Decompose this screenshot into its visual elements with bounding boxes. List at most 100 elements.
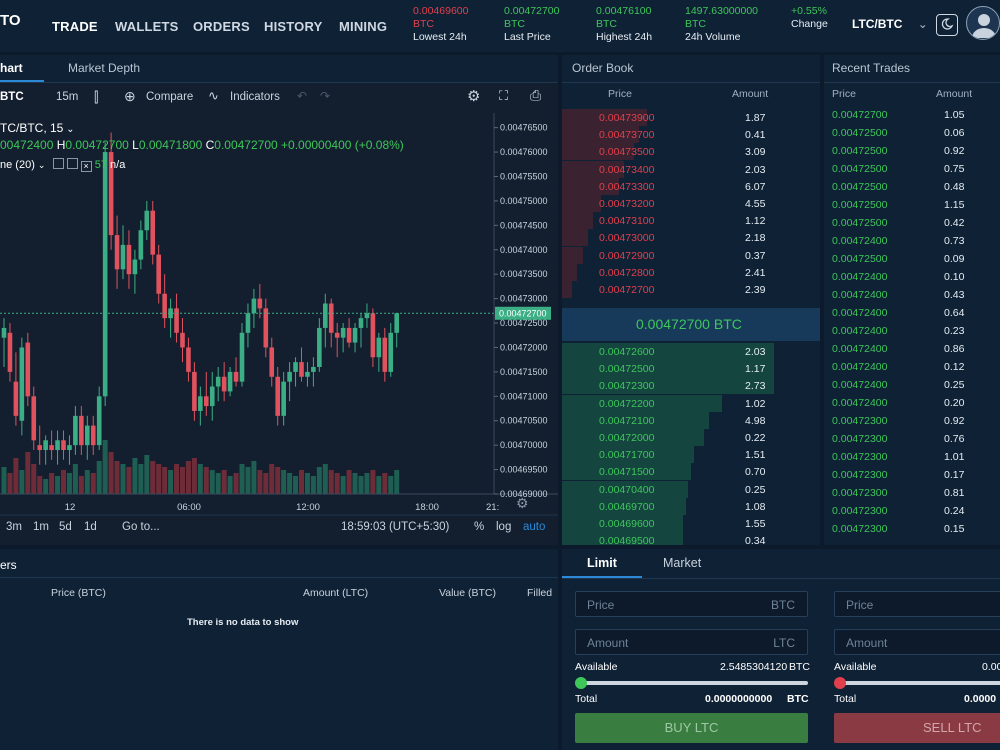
bid-row[interactable]: 0.00472000 0.22 <box>562 429 817 446</box>
close-icon[interactable]: × <box>80 161 92 172</box>
avatar[interactable] <box>966 6 1000 40</box>
bid-row[interactable]: 0.00472200 1.02 <box>562 394 817 412</box>
candle-body <box>275 376 280 416</box>
bid-row[interactable]: 0.00472600 2.03 <box>562 343 817 360</box>
nav-trade[interactable]: TRADE <box>52 19 98 34</box>
candle-body <box>233 371 239 382</box>
volume-bar <box>352 473 358 494</box>
log-scale-toggle[interactable]: log <box>496 521 511 533</box>
ask-row[interactable]: 0.00472700 2.39 <box>562 281 817 298</box>
nav-wallets[interactable]: WALLETS <box>115 19 179 34</box>
trade-price: 0.00472400 <box>832 271 888 283</box>
bid-row[interactable]: 0.00469700 1.08 <box>562 497 817 515</box>
bid-amount: 2.73 <box>745 380 766 393</box>
volume-bar <box>144 455 150 494</box>
price-chart[interactable]: 0.00476500 0.00476000 0.00475500 0.00475000… <box>0 113 558 545</box>
fullscreen-icon[interactable]: ⛶ <box>499 88 508 104</box>
ask-row[interactable]: 0.00473100 1.12 <box>562 212 817 230</box>
tab-market[interactable]: Market <box>663 556 701 570</box>
chevron-down-icon[interactable]: ⌄ <box>63 124 74 135</box>
candle-body <box>25 342 31 397</box>
nav-mining[interactable]: MINING <box>339 19 387 34</box>
volume-bar <box>55 476 61 494</box>
goto-button[interactable]: Go to... <box>122 521 160 533</box>
bid-row[interactable]: 0.00472100 4.98 <box>562 411 817 429</box>
theme-toggle-icon[interactable] <box>936 14 958 36</box>
stat-lowest-value: 0.00469600 <box>413 5 469 17</box>
indicators-button[interactable]: Indicators <box>230 91 280 103</box>
ask-price: 0.00473400 <box>599 163 655 176</box>
sell-amount-input[interactable]: Amount <box>834 629 1000 655</box>
orders-col-filled: Filled <box>527 587 553 599</box>
trade-row: 0.00472500 1.15 <box>832 196 1000 214</box>
volume-bar <box>156 464 162 494</box>
sell-price-input[interactable]: Price <box>834 591 1000 617</box>
sell-ltc-button[interactable]: SELL LTC <box>834 713 1000 743</box>
ask-row[interactable]: 0.00472800 2.41 <box>562 263 817 281</box>
bid-amount: 1.51 <box>745 449 766 462</box>
ask-row[interactable]: 0.00473700 0.41 <box>562 126 817 144</box>
candle-body <box>227 371 233 392</box>
buy-amount-slider[interactable] <box>579 681 808 685</box>
candles-style-icon[interactable]: ⫿ <box>94 89 98 106</box>
buy-ltc-button[interactable]: BUY LTC <box>575 713 808 743</box>
tab-market-depth[interactable]: Market Depth <box>68 61 140 75</box>
tab-limit[interactable]: Limit <box>587 556 617 570</box>
axis-settings-icon[interactable]: ⚙ <box>516 495 529 511</box>
trade-amount: 0.73 <box>944 235 965 247</box>
eye-icon[interactable] <box>52 158 64 169</box>
logo[interactable]: TO <box>0 12 21 29</box>
sell-amount-slider[interactable] <box>838 681 1000 685</box>
tab-chart[interactable]: hart <box>0 61 23 75</box>
x-tick-label: 12 <box>65 502 76 513</box>
buy-slider-handle[interactable] <box>575 677 587 689</box>
range-1m[interactable]: 1m <box>33 521 49 533</box>
bid-row[interactable]: 0.00471700 1.51 <box>562 446 817 464</box>
symbol-button[interactable]: BTC <box>0 91 24 103</box>
sell-slider-handle[interactable] <box>834 677 846 689</box>
settings-gear-icon[interactable]: ⚙ <box>467 87 480 105</box>
bid-row[interactable]: 0.00472500 1.17 <box>562 360 817 378</box>
volume-bar <box>257 470 263 494</box>
ask-row[interactable]: 0.00473300 6.07 <box>562 177 817 195</box>
range-1d[interactable]: 1d <box>84 521 97 533</box>
compare-button[interactable]: Compare <box>146 91 193 103</box>
nav-history[interactable]: HISTORY <box>264 19 322 34</box>
bid-row[interactable]: 0.00469500 0.34 <box>562 532 817 545</box>
trade-amount: 1.15 <box>944 199 965 211</box>
candle-body <box>251 298 257 314</box>
ask-row[interactable]: 0.00472900 0.37 <box>562 246 817 264</box>
indicators-icon[interactable]: ∿ <box>208 88 219 104</box>
pair-selector[interactable]: LTC/BTC ⌄ <box>852 17 928 31</box>
bid-row[interactable]: 0.00469600 1.55 <box>562 515 817 532</box>
undo-icon[interactable]: ↶ <box>297 89 307 103</box>
range-5d[interactable]: 5d <box>59 521 72 533</box>
bid-row[interactable]: 0.00472300 2.73 <box>562 377 817 395</box>
stat-volume: 1497.63000000 BTC 24h Volume <box>685 5 758 44</box>
percent-scale-toggle[interactable]: % <box>474 521 484 533</box>
nav-orders[interactable]: ORDERS <box>193 19 250 34</box>
plus-circle-icon[interactable]: ⊕ <box>124 88 136 105</box>
volume-bar <box>120 464 126 494</box>
chevron-down-icon[interactable]: ⌄ <box>38 160 46 170</box>
auto-scale-toggle[interactable]: auto <box>523 521 545 533</box>
ask-row[interactable]: 0.00473000 2.18 <box>562 229 817 247</box>
ask-price: 0.00473500 <box>599 146 655 159</box>
range-3m[interactable]: 3m <box>6 521 22 533</box>
volume-bar <box>132 458 138 494</box>
buy-available-value: 2.5485304120 <box>720 661 788 673</box>
ask-row[interactable]: 0.00473500 3.09 <box>562 143 817 161</box>
ask-row[interactable]: 0.00473200 4.55 <box>562 195 817 212</box>
settings-small-icon[interactable] <box>66 158 78 169</box>
volume-legend-na: n/a <box>110 159 126 171</box>
ask-row[interactable]: 0.00473900 1.87 <box>562 109 817 126</box>
camera-icon[interactable]: ⎙ <box>530 87 541 104</box>
bid-row[interactable]: 0.00471500 0.70 <box>562 463 817 481</box>
buy-price-input[interactable]: Price BTC <box>575 591 808 617</box>
trade-amount: 0.10 <box>944 271 965 283</box>
interval-button[interactable]: 15m <box>56 91 78 103</box>
buy-amount-input[interactable]: Amount LTC <box>575 629 808 655</box>
redo-icon[interactable]: ↷ <box>320 89 330 103</box>
bid-row[interactable]: 0.00470400 0.25 <box>562 480 817 498</box>
ask-row[interactable]: 0.00473400 2.03 <box>562 160 817 178</box>
